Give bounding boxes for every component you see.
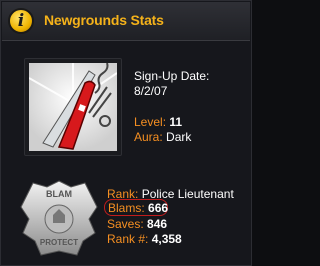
level-label: Level: (134, 115, 167, 129)
level-row: Level: 11 (134, 115, 182, 129)
avatar (24, 58, 122, 156)
panel-header: i Newgrounds Stats (2, 2, 250, 41)
swiss-army-knife-icon (29, 63, 117, 151)
info-icon: i (8, 8, 34, 34)
level-value: 11 (169, 115, 183, 129)
saves-value: 846 (147, 217, 168, 231)
badge-top-text: BLAM (46, 189, 72, 199)
aura-row: Aura: Dark (134, 130, 191, 144)
blams-value: 666 (148, 201, 169, 215)
signup-label: Sign-Up Date: (134, 69, 210, 83)
saves-label: Saves: (107, 217, 144, 231)
stats-panel: i Newgrounds Stats Sign-Up Date: 8/2/07 … (0, 0, 252, 266)
blams-row: Blams: 666 (108, 201, 168, 215)
blams-label: Blams: (108, 201, 145, 215)
badge-bottom-text: PROTECT (40, 238, 78, 247)
saves-row: Saves: 846 (107, 217, 167, 231)
ranknum-row: Rank #: 4,358 (107, 232, 182, 246)
signup-date: 8/2/07 (134, 84, 168, 98)
panel-title: Newgrounds Stats (44, 12, 164, 28)
police-badge-icon: BLAM PROTECT (20, 180, 98, 256)
aura-value: Dark (166, 130, 192, 144)
ranknum-value: 4,358 (151, 232, 182, 246)
ranknum-label: Rank #: (107, 232, 149, 246)
aura-label: Aura: (134, 130, 163, 144)
